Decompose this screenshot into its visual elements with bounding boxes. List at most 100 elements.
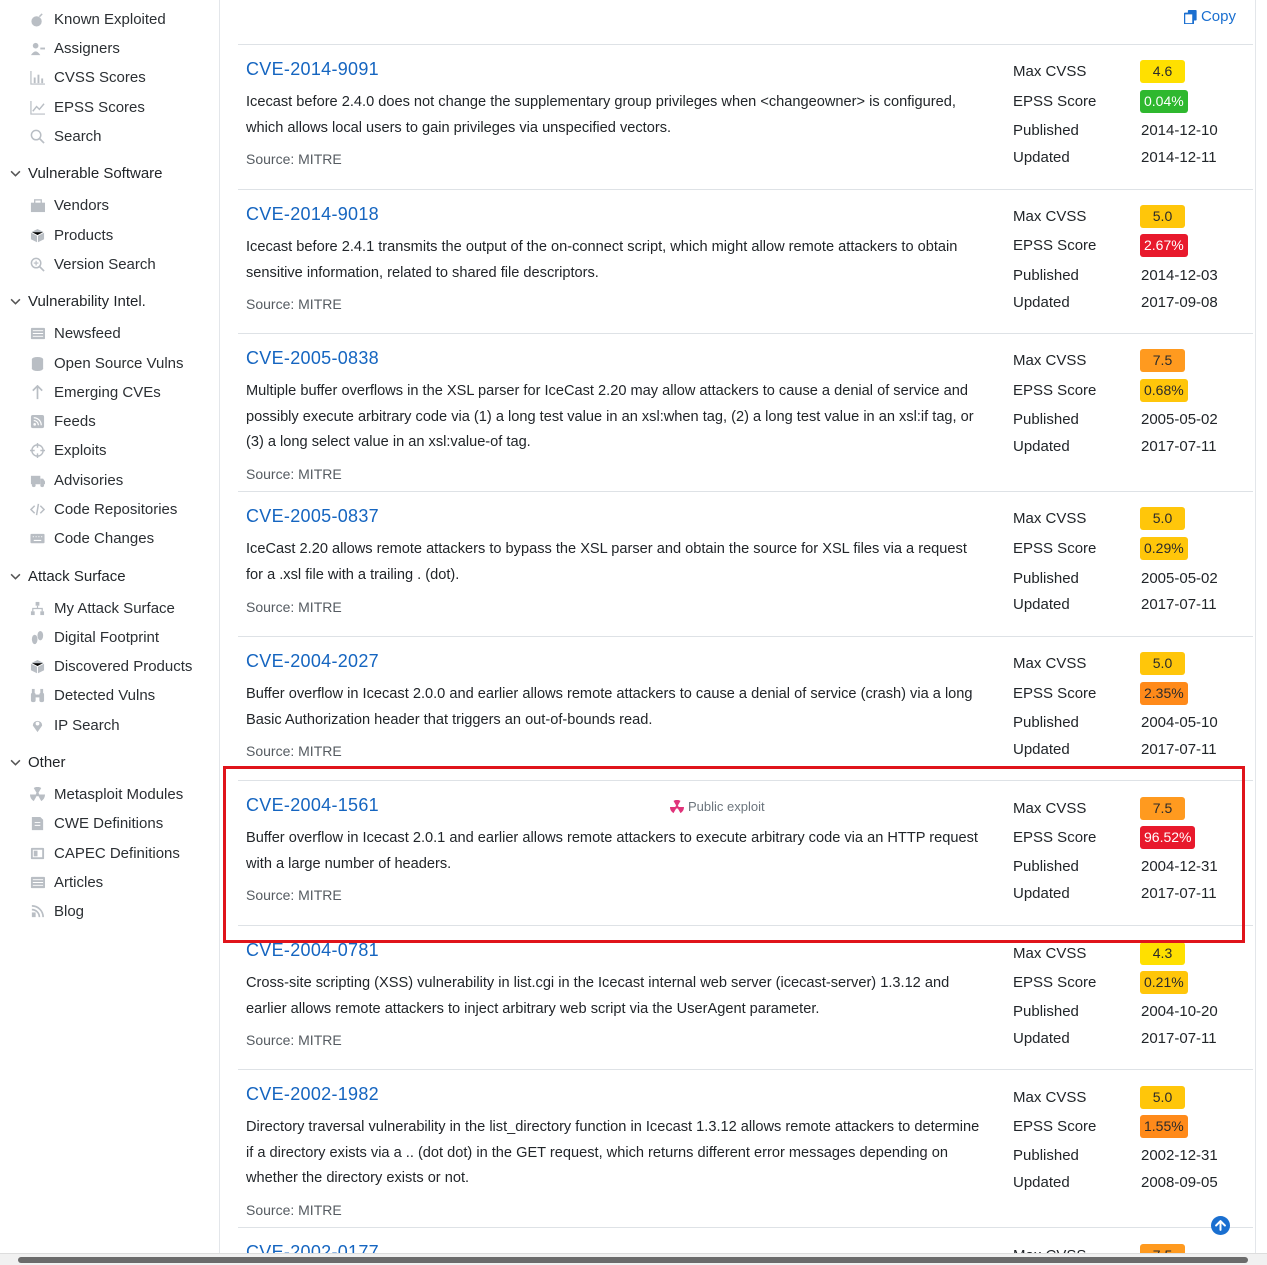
epss-score-label: EPSS Score — [1013, 382, 1097, 399]
epss-score-badge: 0.68% — [1140, 379, 1188, 402]
cve-id-link[interactable]: CVE-2002-1982 — [246, 1084, 379, 1105]
sidebar-item-label: Products — [54, 226, 114, 244]
sidebar-item-exploits[interactable]: Exploits — [29, 439, 107, 461]
blog-icon — [29, 903, 46, 920]
updated-row: Updated 2017-07-11 — [1013, 593, 1253, 617]
scrollbar-thumb[interactable] — [18, 1257, 1248, 1263]
public-exploit-badge[interactable]: Public exploit — [670, 799, 765, 814]
sidebar-item-label: Feeds — [54, 412, 96, 430]
sidebar-item-feeds[interactable]: Feeds — [29, 410, 96, 432]
sidebar-item-newsfeed[interactable]: Newsfeed — [29, 322, 121, 344]
epss-score-label: EPSS Score — [1013, 540, 1097, 557]
sidebar-item-search[interactable]: Search — [29, 125, 102, 147]
cve-id-link[interactable]: CVE-2005-0837 — [246, 506, 379, 527]
scroll-to-top-button[interactable] — [1211, 1216, 1230, 1235]
published-label: Published — [1013, 714, 1079, 731]
cve-id-link[interactable]: CVE-2004-1561 — [246, 795, 379, 816]
sidebar-item-open-source-vulns[interactable]: Open Source Vulns — [29, 352, 184, 374]
cve-id-link[interactable]: CVE-2014-9018 — [246, 204, 379, 225]
published-row: Published 2004-10-20 — [1013, 1000, 1253, 1024]
max-cvss-label: Max CVSS — [1013, 1089, 1087, 1106]
sidebar-item-label: IP Search — [54, 716, 120, 734]
published-date: 2014-12-03 — [1141, 267, 1218, 284]
sidebar-item-label: Emerging CVEs — [54, 383, 161, 401]
published-label: Published — [1013, 267, 1079, 284]
sidebar-section-other[interactable]: Other — [8, 751, 66, 773]
cve-source: Source: MITRE — [246, 599, 342, 615]
epss-score-badge: 2.67% — [1140, 234, 1188, 257]
cve-source: Source: MITRE — [246, 151, 342, 167]
sidebar-item-products[interactable]: Products — [29, 224, 113, 246]
sidebar-section-attack-surface[interactable]: Attack Surface — [8, 565, 126, 587]
newspaper-icon — [29, 325, 46, 342]
cve-source: Source: MITRE — [246, 1032, 342, 1048]
sidebar-item-label: Version Search — [54, 255, 156, 273]
updated-date: 2017-09-08 — [1141, 294, 1218, 311]
max-cvss-badge: 4.6 — [1140, 60, 1185, 83]
sidebar-item-capec-definitions[interactable]: CAPEC Definitions — [29, 842, 180, 864]
sidebar-item-cwe-definitions[interactable]: CWE Definitions — [29, 812, 163, 834]
source-label: Source: — [246, 743, 295, 759]
sidebar-item-assigners[interactable]: Assigners — [29, 37, 120, 59]
sidebar-item-metasploit-modules[interactable]: Metasploit Modules — [29, 783, 183, 805]
footprint-icon — [29, 629, 46, 646]
sidebar-item-emerging-cves[interactable]: Emerging CVEs — [29, 381, 161, 403]
users-icon — [29, 40, 46, 57]
sidebar-item-discovered-products[interactable]: Discovered Products — [29, 655, 192, 677]
source-label: Source: — [246, 466, 295, 482]
copy-button[interactable]: Copy — [1183, 8, 1236, 25]
updated-label: Updated — [1013, 1030, 1070, 1047]
max-cvss-badge: 5.0 — [1140, 507, 1185, 530]
crosshair-icon — [29, 442, 46, 459]
updated-label: Updated — [1013, 741, 1070, 758]
max-cvss-badge: 7.5 — [1140, 349, 1185, 372]
cve-id-link[interactable]: CVE-2005-0838 — [246, 348, 379, 369]
sidebar-item-cvss-scores[interactable]: CVSS Scores — [29, 66, 146, 88]
epss-score-row: EPSS Score 1.55% — [1013, 1115, 1253, 1139]
cve-source: Source: MITRE — [246, 466, 342, 482]
cve-entry: CVE-2004-2027 Buffer overflow in Icecast … — [238, 636, 1253, 780]
sidebar-item-label: Open Source Vulns — [54, 354, 184, 372]
sidebar-item-detected-vulns[interactable]: Detected Vulns — [29, 684, 155, 706]
updated-row: Updated 2017-07-11 — [1013, 435, 1253, 459]
cve-source: Source: MITRE — [246, 296, 342, 312]
sidebar-item-label: Digital Footprint — [54, 628, 160, 646]
vertical-scrollbar[interactable] — [1255, 0, 1267, 1265]
sitemap-icon — [29, 600, 46, 617]
source-value: MITRE — [298, 743, 342, 759]
sidebar-item-label: Known Exploited — [54, 10, 166, 28]
sidebar-item-vendors[interactable]: Vendors — [29, 194, 109, 216]
copy-label: Copy — [1200, 8, 1236, 25]
sidebar-item-epss-scores[interactable]: EPSS Scores — [29, 96, 145, 118]
sidebar-item-blog[interactable]: Blog — [29, 900, 84, 922]
horizontal-scrollbar[interactable] — [0, 1253, 1267, 1265]
max-cvss-row: Max CVSS 5.0 — [1013, 205, 1253, 229]
sidebar-item-ip-search[interactable]: IP Search — [29, 714, 120, 736]
sidebar-item-known-exploited[interactable]: Known Exploited — [29, 8, 166, 30]
sidebar-item-advisories[interactable]: Advisories — [29, 469, 123, 491]
max-cvss-badge: 5.0 — [1140, 1086, 1185, 1109]
sidebar-item-code-repositories[interactable]: Code Repositories — [29, 498, 177, 520]
cve-id-link[interactable]: CVE-2014-9091 — [246, 59, 379, 80]
sidebar-item-articles[interactable]: Articles — [29, 871, 103, 893]
cve-description: IceCast 2.20 allows remote attackers to … — [246, 541, 967, 583]
sidebar-section-vulnerable-software[interactable]: Vulnerable Software — [8, 162, 163, 184]
sidebar-section-vulnerability-intel[interactable]: Vulnerability Intel. — [8, 290, 146, 312]
sidebar-item-my-attack-surface[interactable]: My Attack Surface — [29, 597, 175, 619]
cve-id-link[interactable]: CVE-2004-0781 — [246, 940, 379, 961]
updated-row: Updated 2017-07-11 — [1013, 738, 1253, 762]
published-date: 2005-05-02 — [1141, 411, 1218, 428]
sidebar-item-digital-footprint[interactable]: Digital Footprint — [29, 626, 159, 648]
sidebar-item-version-search[interactable]: Version Search — [29, 253, 156, 275]
sidebar-item-code-changes[interactable]: Code Changes — [29, 527, 154, 549]
updated-date: 2014-12-11 — [1141, 149, 1217, 166]
max-cvss-badge: 4.3 — [1140, 942, 1185, 965]
cve-id-link[interactable]: CVE-2004-2027 — [246, 651, 379, 672]
updated-date: 2017-07-11 — [1141, 438, 1217, 455]
code-icon — [29, 501, 46, 518]
keyboard-icon — [29, 530, 46, 547]
source-value: MITRE — [298, 887, 342, 903]
published-date: 2005-05-02 — [1141, 570, 1218, 587]
published-row: Published 2005-05-02 — [1013, 567, 1253, 591]
sidebar-item-label: Discovered Products — [54, 657, 193, 675]
